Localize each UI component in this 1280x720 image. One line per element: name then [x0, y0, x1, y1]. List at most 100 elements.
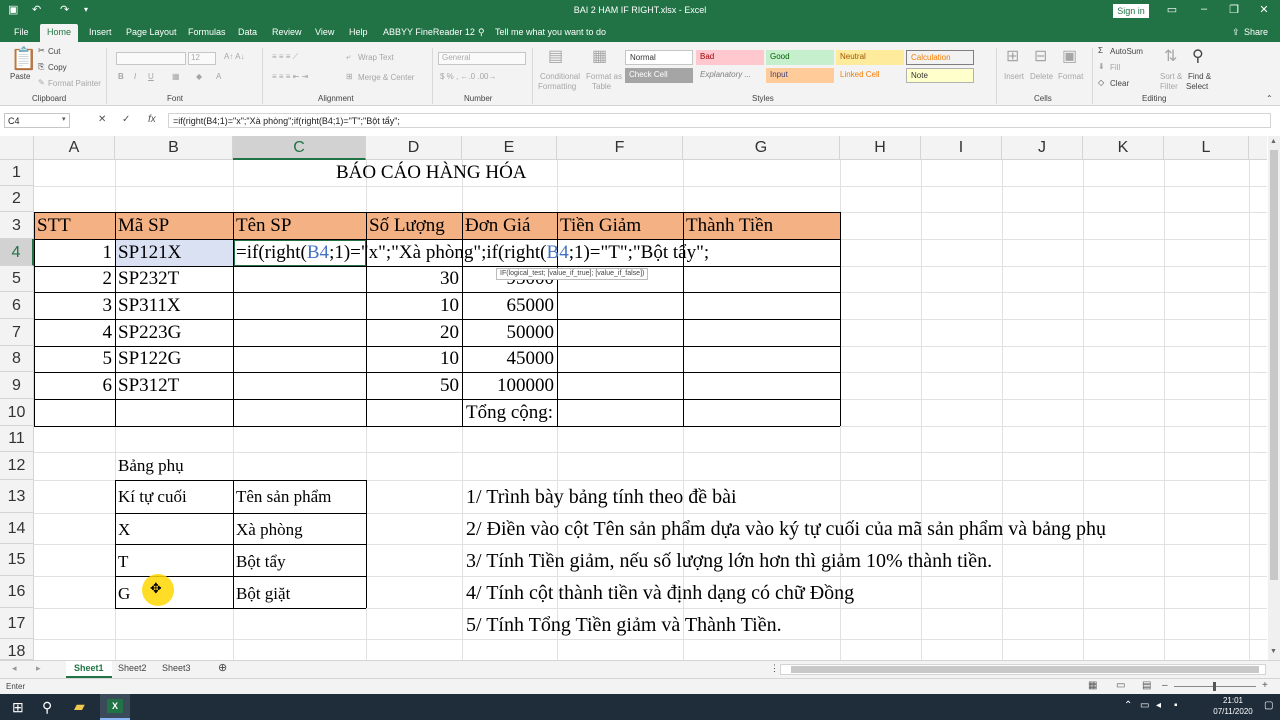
delete-cells-button[interactable]: Delete	[1030, 72, 1053, 81]
style-explanatory[interactable]: Explanatory ...	[696, 68, 764, 83]
volume-icon[interactable]: ◂	[1156, 700, 1161, 711]
scroll-up-icon[interactable]: ▲	[1270, 138, 1277, 145]
cell-stt[interactable]: 1	[34, 240, 115, 266]
scroll-down-icon[interactable]: ▼	[1270, 648, 1277, 655]
number-format-combo[interactable]: General	[438, 52, 526, 65]
aux-char[interactable]: T	[118, 549, 128, 575]
cell-ma-sp[interactable]: SP122G	[118, 346, 181, 372]
windows-start-icon[interactable]: ⊞	[12, 699, 24, 716]
sheet-tab-sheet1[interactable]: Sheet1	[66, 661, 112, 678]
format-as-table-button[interactable]: Format as	[586, 72, 622, 81]
cell-so-luong[interactable]: 30	[366, 266, 462, 292]
prev-sheet-icon[interactable]: ◂	[12, 663, 17, 674]
style-bad[interactable]: Bad	[696, 50, 764, 65]
tab-review[interactable]: Review	[272, 27, 302, 37]
cell-don-gia[interactable]: 65000	[462, 293, 557, 319]
row-header-5[interactable]: 5	[0, 266, 34, 292]
format-cells-button[interactable]: Format	[1058, 72, 1083, 81]
clock-date[interactable]: 07/11/2020	[1206, 707, 1260, 716]
aux-char[interactable]: G	[118, 581, 130, 607]
worksheet-grid[interactable]: A B C D E F G H I J K L 1 2 3 4 5 6 7 8 …	[0, 136, 1267, 660]
paste-button[interactable]: Paste	[10, 72, 30, 81]
total-label[interactable]: Tổng cộng:	[466, 400, 553, 426]
style-input[interactable]: Input	[766, 68, 834, 83]
merge-icon[interactable]: ⊞	[346, 72, 353, 81]
merge-center-button[interactable]: Merge & Center	[358, 73, 414, 82]
row-header-6[interactable]: 6	[0, 292, 34, 319]
maximize-button[interactable]: ❐	[1226, 3, 1242, 16]
vertical-scrollbar[interactable]: ▲ ▼	[1268, 136, 1280, 660]
grow-font-icon[interactable]: A↑ A↓	[224, 52, 244, 61]
cell-don-gia[interactable]: 100000	[462, 373, 557, 399]
tab-insert[interactable]: Insert	[89, 27, 112, 37]
bold-button[interactable]: B	[118, 72, 124, 81]
share-button[interactable]: Share	[1244, 27, 1268, 37]
name-box-dropdown-icon[interactable]: ▾	[62, 115, 66, 123]
insert-cells-button[interactable]: Insert	[1004, 72, 1024, 81]
cell-stt[interactable]: 4	[34, 320, 115, 346]
font-color-icon[interactable]: A	[216, 72, 221, 81]
font-size-combo[interactable]: 12	[188, 52, 216, 65]
accounting-format-icon[interactable]: $ % , ←.0 .00→	[440, 72, 496, 81]
horizontal-scrollbar[interactable]	[780, 664, 1266, 675]
tab-home[interactable]: Home	[40, 24, 79, 42]
row-header-3[interactable]: 3	[0, 212, 34, 239]
style-neutral[interactable]: Neutral	[836, 50, 904, 65]
aux-name[interactable]: Bột tẩy	[236, 549, 286, 575]
aux-name[interactable]: Bột giặt	[236, 581, 290, 607]
row-header-4[interactable]: 4	[0, 239, 34, 266]
format-cells-icon[interactable]: ▣	[1062, 46, 1077, 66]
sheet-tab-sheet3[interactable]: Sheet3	[162, 663, 191, 673]
cell-ma-sp[interactable]: SP232T	[118, 266, 179, 292]
formula-input[interactable]: =if(right(B4;1)="x";"Xà phòng";if(right(…	[168, 113, 1271, 128]
cell-so-luong[interactable]: 20	[366, 320, 462, 346]
style-calculation[interactable]: Calculation	[906, 50, 974, 65]
network-icon[interactable]: ▭	[1140, 700, 1149, 711]
cell-don-gia[interactable]: 45000	[462, 346, 557, 372]
column-header-d[interactable]: D	[366, 136, 462, 160]
style-good[interactable]: Good	[766, 50, 834, 65]
fill-color-icon[interactable]: ◆	[196, 72, 202, 81]
wrap-text-button[interactable]: Wrap Text	[358, 53, 394, 62]
underline-button[interactable]: U	[148, 72, 154, 81]
row-header-1[interactable]: 1	[0, 160, 34, 186]
column-header-h[interactable]: H	[840, 136, 921, 160]
clear-icon[interactable]: ◇	[1098, 78, 1104, 87]
cell-stt[interactable]: 6	[34, 373, 115, 399]
select-all-corner[interactable]	[0, 136, 34, 160]
column-header-i[interactable]: I	[921, 136, 1002, 160]
cell-ma-sp[interactable]: SP311X	[118, 293, 181, 319]
aux-char[interactable]: X	[118, 517, 130, 543]
align-top-icon[interactable]: ≡ ≡ ≡ ⟋	[272, 52, 298, 62]
cell-stt[interactable]: 5	[34, 346, 115, 372]
copy-button[interactable]: Copy	[48, 63, 67, 72]
cell-so-luong[interactable]: 50	[366, 373, 462, 399]
font-name-combo[interactable]	[116, 52, 186, 65]
sheet-tab-sheet2[interactable]: Sheet2	[118, 663, 147, 673]
column-header-k[interactable]: K	[1083, 136, 1164, 160]
file-explorer-icon[interactable]: ▰	[74, 698, 85, 715]
column-header-g[interactable]: G	[683, 136, 840, 160]
zoom-out-icon[interactable]: –	[1162, 680, 1168, 691]
cell-don-gia[interactable]: 50000	[462, 320, 557, 346]
borders-icon[interactable]: ▦	[172, 72, 180, 81]
autosum-icon[interactable]: Σ	[1098, 46, 1103, 55]
page-layout-view-icon[interactable]: ▭	[1116, 680, 1125, 691]
tell-me-box[interactable]: Tell me what you want to do	[495, 27, 606, 37]
task-item[interactable]: 2/ Điền vào cột Tên sản phẩm dựa vào ký …	[466, 516, 1106, 542]
search-icon[interactable]: ⚲	[42, 699, 52, 716]
style-linked-cell[interactable]: Linked Cell	[836, 68, 904, 83]
row-header-18[interactable]: 18	[0, 639, 34, 660]
align-left-icon[interactable]: ≡ ≡ ≡ ⇤ ⇥	[272, 72, 308, 81]
task-item[interactable]: 3/ Tính Tiền giảm, nếu số lượng lớn hơn …	[466, 548, 992, 574]
format-painter-button[interactable]: Format Painter	[48, 79, 101, 88]
confirm-entry-icon[interactable]: ✓	[122, 114, 130, 125]
cell-stt[interactable]: 2	[34, 266, 115, 292]
collapse-ribbon-icon[interactable]: ⌃	[1266, 94, 1273, 103]
normal-view-icon[interactable]: ▦	[1088, 680, 1097, 691]
wrap-text-icon[interactable]: ⤶	[346, 52, 350, 62]
aux-header-name[interactable]: Tên sản phẩm	[236, 484, 331, 510]
sign-in-button[interactable]: Sign in	[1113, 4, 1149, 18]
row-header-10[interactable]: 10	[0, 399, 34, 426]
cell-editing-formula[interactable]: =if(right(B4;1)="x";"Xà phòng";if(right(…	[236, 240, 709, 266]
